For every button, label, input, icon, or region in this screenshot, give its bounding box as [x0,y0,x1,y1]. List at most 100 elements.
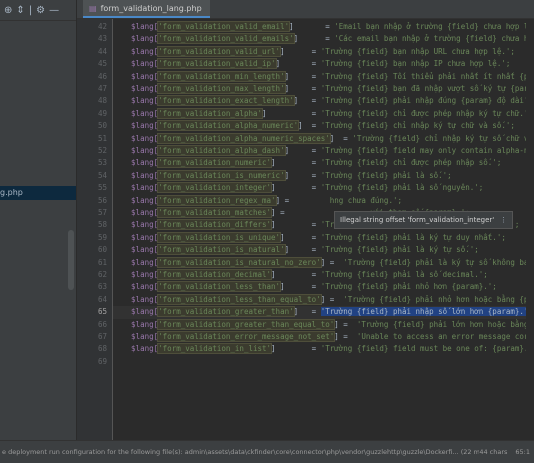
line-number: 47 [97,84,107,93]
editor-tabbar: ▤ form_validation_lang.php [77,0,534,19]
lang-key: 'form_validation_is_numeric' [157,169,286,181]
lang-key: 'form_validation_less_than' [157,281,282,293]
line-number: 50 [97,121,107,131]
code-line[interactable]: $lang['form_validation_is_natural_no_zer… [113,256,534,269]
code-area[interactable]: $lang['form_validation_valid_email'] = '… [113,19,534,440]
lang-variable: $lang[ [113,208,159,217]
code-line[interactable]: $lang['form_validation_is_natural'] = 'T… [113,244,479,256]
editor-vertical-scrollbar[interactable] [526,19,534,440]
lang-key: 'form_validation_valid_emails' [157,33,295,45]
line-number: 46 [97,71,107,81]
line-number: 64 [97,294,107,304]
code-line[interactable]: $lang['form_validation_min_length'] = 'T… [113,70,534,83]
line-number-gutter: 42 43 44 45 46 47 48 49 50 51 52 53 54 55 56 57 58 59 60 61… [77,19,113,440]
code-line[interactable]: $lang['form_validation_regex_ma'] = hng … [113,194,402,207]
lang-variable: $lang[ [113,257,159,267]
code-line[interactable]: $lang['form_validation_alpha_numeric_spa… [113,132,534,145]
lang-value: 'Trường {field} phải là số nguyên.'; [320,183,484,193]
code-line[interactable]: $lang['form_validation_greater_than'] = … [113,306,534,319]
status-char-count[interactable]: 44 chars [479,448,507,456]
assign-operator: ] = [334,332,353,341]
lang-key: 'form_validation_numeric' [157,157,273,169]
code-line[interactable]: $lang['form_validation_valid_url'] = 'Tr… [113,45,515,58]
tab-label: form_validation_lang.php [100,3,202,13]
lang-value: 'Trường {field} phải là ký tự số không b… [338,257,534,267]
line-number: 43 [97,34,107,44]
target-icon[interactable]: ⊕ [4,5,12,16]
lang-key: 'form_validation_is_unique' [157,231,282,243]
lang-value: 'Trường {field} phải lớn hơn hoặc bằng {… [352,319,534,329]
code-line[interactable]: $lang['form_validation_integer'] = 'Trườ… [113,182,483,194]
lang-value: 'Trường {field} bạn nhập URL chưa hợp lệ… [320,46,515,56]
code-line[interactable]: $lang['form_validation_decimal'] = 'Trườ… [113,269,488,281]
line-number: 51 [97,133,107,143]
error-tooltip: Illegal string offset 'form_validation_i… [334,211,514,229]
assign-operator: ] = [334,319,353,329]
code-line[interactable]: $lang['form_validation_valid_ip'] = 'Trư… [113,58,510,70]
code-line[interactable]: $lang['form_validation_max_length'] = 'T… [113,83,534,95]
assign-operator: ] = [271,183,321,193]
lang-key: 'form_validation_matches' [157,207,273,218]
sidebar-selected-file[interactable]: g.php [0,186,76,200]
code-line[interactable]: $lang['form_validation_alpha_numeric'] =… [113,120,515,132]
assign-operator: ] = [271,220,321,230]
lang-value: 'Trường {field} phải nhỏ hơn hoặc bằng {… [338,294,534,304]
code-line[interactable]: $lang['form_validation_less_than'] = 'Tr… [113,281,497,293]
code-line[interactable]: $lang['form_validation_is_unique'] = 'Tr… [113,231,506,244]
assign-operator: ] = [329,133,353,143]
assign-operator: ] = [298,121,321,131]
lang-value: 'Trường {field} Tối thiểu phải nhất ít n… [320,71,534,81]
code-line[interactable]: $lang['form_validation_greater_than_equa… [113,318,534,331]
lang-key: 'form_validation_greater_than_equal_to' [157,318,336,330]
status-message[interactable]: e deployment run configuration for the f… [0,448,479,456]
lang-value: 'Trường {field} chỉ được phép nhập ký tự… [320,108,533,118]
divider-icon: | [28,4,33,16]
code-line[interactable]: $lang['form_validation_exact_length'] = … [113,95,528,107]
status-cursor-position[interactable]: 65:1 [515,448,530,456]
lang-variable: $lang[ [113,294,159,304]
gear-icon[interactable]: ⚙ [36,5,45,16]
lang-variable: $lang[ [113,245,159,255]
lang-variable: $lang[ [113,319,159,329]
lang-key: 'form_validation_alpha' [157,107,264,119]
lang-variable: $lang[ [113,59,159,69]
minimize-icon[interactable]: — [49,5,59,16]
tab-form-validation-lang[interactable]: ▤ form_validation_lang.php [83,0,210,18]
assign-operator: ] = [280,46,321,56]
assign-operator: ] = [284,245,321,255]
lang-variable: $lang[ [113,121,159,131]
assign-operator: ] = [284,71,321,81]
lang-key: 'form_validation_differs' [157,219,273,231]
lang-value: 'Unable to access an error message corre… [352,332,534,341]
code-editor[interactable]: 42 43 44 45 46 47 48 49 50 51 52 53 54 55 56 57 58 59 60 61… [77,19,534,440]
lang-variable: $lang[ [113,270,159,279]
assign-operator: ] = [293,307,321,317]
code-line[interactable]: $lang['form_validation_in_list'] = 'Trườ… [113,343,534,355]
code-line[interactable]: $lang['form_validation_numeric'] = 'Trườ… [113,157,501,169]
code-line[interactable]: $lang['form_validation_alpha_dash'] = 'T… [113,145,534,157]
lang-key: 'form_validation_is_natural' [157,244,286,256]
lang-variable: $lang[ [113,71,159,81]
assign-operator: ] = [280,282,321,292]
expand-collapse-icon[interactable]: ⇕ [16,5,24,16]
lang-key: 'form_validation_regex_ma' [157,194,277,206]
lang-key: 'form_validation_less_than_equal_to' [157,293,322,305]
line-number: 66 [97,319,107,329]
lang-key: 'form_validation_is_natural_no_zero' [157,256,322,268]
code-line[interactable]: $lang['form_validation_alpha'] = 'Trường… [113,107,533,120]
assign-operator: ] = [284,146,321,155]
lang-variable: $lang[ [113,34,159,44]
code-line[interactable]: $lang['form_validation_is_numeric'] = 'T… [113,169,452,182]
code-line[interactable]: $lang['form_validation_valid_email'] = '… [113,21,534,33]
line-number: 65 [97,307,107,317]
code-line[interactable]: $lang['form_validation_error_message_not… [113,331,534,343]
lang-variable: $lang[ [113,146,159,155]
lang-variable: $lang[ [113,232,159,242]
lang-variable: $lang[ [113,344,159,354]
more-options-icon[interactable]: ⋮ [500,216,507,224]
code-line[interactable]: $lang['form_validation_less_than_equal_t… [113,293,534,306]
lang-key: 'form_validation_valid_ip' [157,58,277,70]
line-number: 60 [97,245,107,255]
code-line[interactable]: $lang['form_validation_valid_emails'] = … [113,33,534,45]
sidebar-scrollbar[interactable] [68,230,74,290]
